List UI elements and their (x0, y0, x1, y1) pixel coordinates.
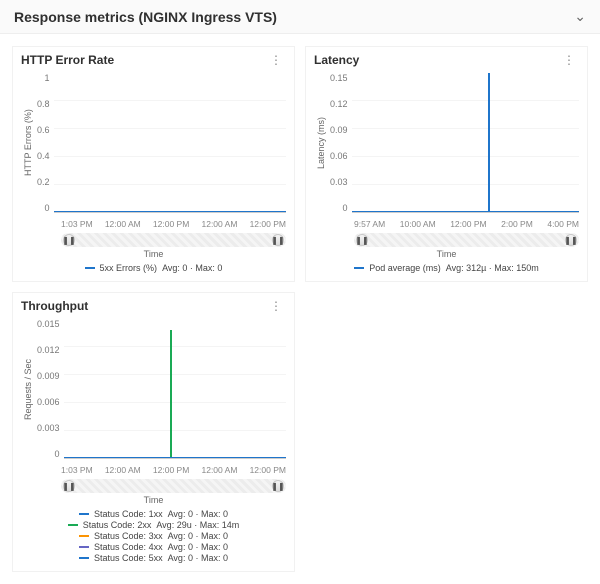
y-tick: 0 (55, 449, 60, 459)
y-tick: 0.06 (330, 151, 348, 161)
x-tick: 1:03 PM (61, 465, 93, 475)
x-tick: 12:00 PM (153, 465, 189, 475)
x-tick: 12:00 AM (201, 219, 237, 229)
legend-swatch (85, 267, 95, 269)
data-spike (488, 73, 490, 212)
pause-icon[interactable]: ❚❚ (565, 234, 577, 246)
panel-header: HTTP Error Rate ⋮ (21, 53, 286, 67)
pause-icon[interactable]: ❚❚ (272, 234, 284, 246)
y-tick: 0.03 (330, 177, 348, 187)
menu-icon[interactable]: ⋮ (266, 53, 286, 67)
x-axis-label: Time (21, 495, 286, 505)
panel-title: Latency (314, 53, 359, 67)
section-title: Response metrics (NGINX Ingress VTS) (14, 9, 277, 25)
panel-latency: Latency ⋮ Latency (ms) 0.15 0.12 0.09 0.… (305, 46, 588, 282)
legend-swatch (354, 267, 364, 269)
panel-http-error-rate: HTTP Error Rate ⋮ HTTP Errors (%) 1 0.8 … (12, 46, 295, 282)
legend-item[interactable]: 5xx Errors (%) Avg: 0 · Max: 0 (85, 263, 223, 273)
panel-title: Throughput (21, 299, 88, 313)
section-header[interactable]: Response metrics (NGINX Ingress VTS) ⌄ (0, 0, 600, 34)
legend-item[interactable]: Status Code: 5xx Avg: 0 · Max: 0 (79, 553, 228, 563)
x-ticks: 1:03 PM 12:00 AM 12:00 PM 12:00 AM 12:00… (21, 217, 286, 229)
y-tick: 0.8 (37, 99, 50, 109)
x-ticks: 9:57 AM 10:00 AM 12:00 PM 2:00 PM 4:00 P… (314, 217, 579, 229)
data-spike (170, 330, 172, 458)
y-axis-label: HTTP Errors (%) (21, 73, 35, 213)
legend: 5xx Errors (%) Avg: 0 · Max: 0 (21, 263, 286, 273)
x-tick: 12:00 PM (450, 219, 486, 229)
x-tick: 12:00 AM (105, 219, 141, 229)
legend-swatch (79, 557, 89, 559)
legend-item[interactable]: Pod average (ms) Avg: 312µ · Max: 150m (354, 263, 539, 273)
plot-area[interactable] (54, 73, 286, 213)
legend-swatch (79, 546, 89, 548)
legend-swatch (68, 524, 78, 526)
plot-area[interactable] (352, 73, 579, 213)
x-tick: 9:57 AM (354, 219, 385, 229)
x-tick: 12:00 AM (201, 465, 237, 475)
y-tick: 0.15 (330, 73, 348, 83)
y-tick: 0.12 (330, 99, 348, 109)
time-range-slider[interactable]: ❚❚ ❚❚ (61, 479, 286, 493)
panel-title: HTTP Error Rate (21, 53, 114, 67)
x-tick: 12:00 PM (250, 465, 286, 475)
legend: Pod average (ms) Avg: 312µ · Max: 150m (314, 263, 579, 273)
x-axis-label: Time (21, 249, 286, 259)
y-tick: 0.2 (37, 177, 50, 187)
y-tick: 0.015 (37, 319, 60, 329)
pause-icon[interactable]: ❚❚ (272, 480, 284, 492)
y-axis-label: Latency (ms) (314, 73, 328, 213)
chart-area: Latency (ms) 0.15 0.12 0.09 0.06 0.03 0 (314, 73, 579, 213)
panel-throughput: Throughput ⋮ Requests / Sec 0.015 0.012 … (12, 292, 295, 572)
y-tick: 0 (343, 203, 348, 213)
chart-area: HTTP Errors (%) 1 0.8 0.6 0.4 0.2 0 (21, 73, 286, 213)
x-tick: 2:00 PM (501, 219, 533, 229)
y-tick: 0.4 (37, 151, 50, 161)
x-tick: 12:00 PM (153, 219, 189, 229)
time-range-slider[interactable]: ❚❚ ❚❚ (61, 233, 286, 247)
pause-icon[interactable]: ❚❚ (356, 234, 368, 246)
panel-header: Latency ⋮ (314, 53, 579, 67)
chart-area: Requests / Sec 0.015 0.012 0.009 0.006 0… (21, 319, 286, 459)
time-range-slider[interactable]: ❚❚ ❚❚ (354, 233, 579, 247)
y-axis-label: Requests / Sec (21, 319, 35, 459)
y-tick: 0.003 (37, 423, 60, 433)
legend-item[interactable]: Status Code: 1xx Avg: 0 · Max: 0 (79, 509, 228, 519)
legend: Status Code: 1xx Avg: 0 · Max: 0 Status … (21, 509, 286, 563)
y-tick: 0.006 (37, 397, 60, 407)
legend-swatch (79, 513, 89, 515)
y-tick: 0.09 (330, 125, 348, 135)
x-tick: 10:00 AM (400, 219, 436, 229)
y-ticks: 0.015 0.012 0.009 0.006 0.003 0 (35, 319, 64, 459)
plot-area[interactable] (64, 319, 286, 459)
x-tick: 12:00 PM (250, 219, 286, 229)
x-tick: 1:03 PM (61, 219, 93, 229)
y-tick: 0 (45, 203, 50, 213)
x-tick: 12:00 AM (105, 465, 141, 475)
x-tick: 4:00 PM (547, 219, 579, 229)
menu-icon[interactable]: ⋮ (559, 53, 579, 67)
panel-header: Throughput ⋮ (21, 299, 286, 313)
y-tick: 0.012 (37, 345, 60, 355)
menu-icon[interactable]: ⋮ (266, 299, 286, 313)
y-ticks: 0.15 0.12 0.09 0.06 0.03 0 (328, 73, 352, 213)
y-tick: 1 (45, 73, 50, 83)
y-tick: 0.6 (37, 125, 50, 135)
legend-swatch (79, 535, 89, 537)
y-ticks: 1 0.8 0.6 0.4 0.2 0 (35, 73, 54, 213)
x-ticks: 1:03 PM 12:00 AM 12:00 PM 12:00 AM 12:00… (21, 463, 286, 475)
legend-item[interactable]: Status Code: 3xx Avg: 0 · Max: 0 (79, 531, 228, 541)
x-axis-label: Time (314, 249, 579, 259)
charts-grid: HTTP Error Rate ⋮ HTTP Errors (%) 1 0.8 … (0, 34, 600, 584)
chevron-down-icon[interactable]: ⌄ (574, 8, 586, 25)
y-tick: 0.009 (37, 371, 60, 381)
pause-icon[interactable]: ❚❚ (63, 480, 75, 492)
legend-item[interactable]: Status Code: 2xx Avg: 29u · Max: 14m (68, 520, 239, 530)
pause-icon[interactable]: ❚❚ (63, 234, 75, 246)
